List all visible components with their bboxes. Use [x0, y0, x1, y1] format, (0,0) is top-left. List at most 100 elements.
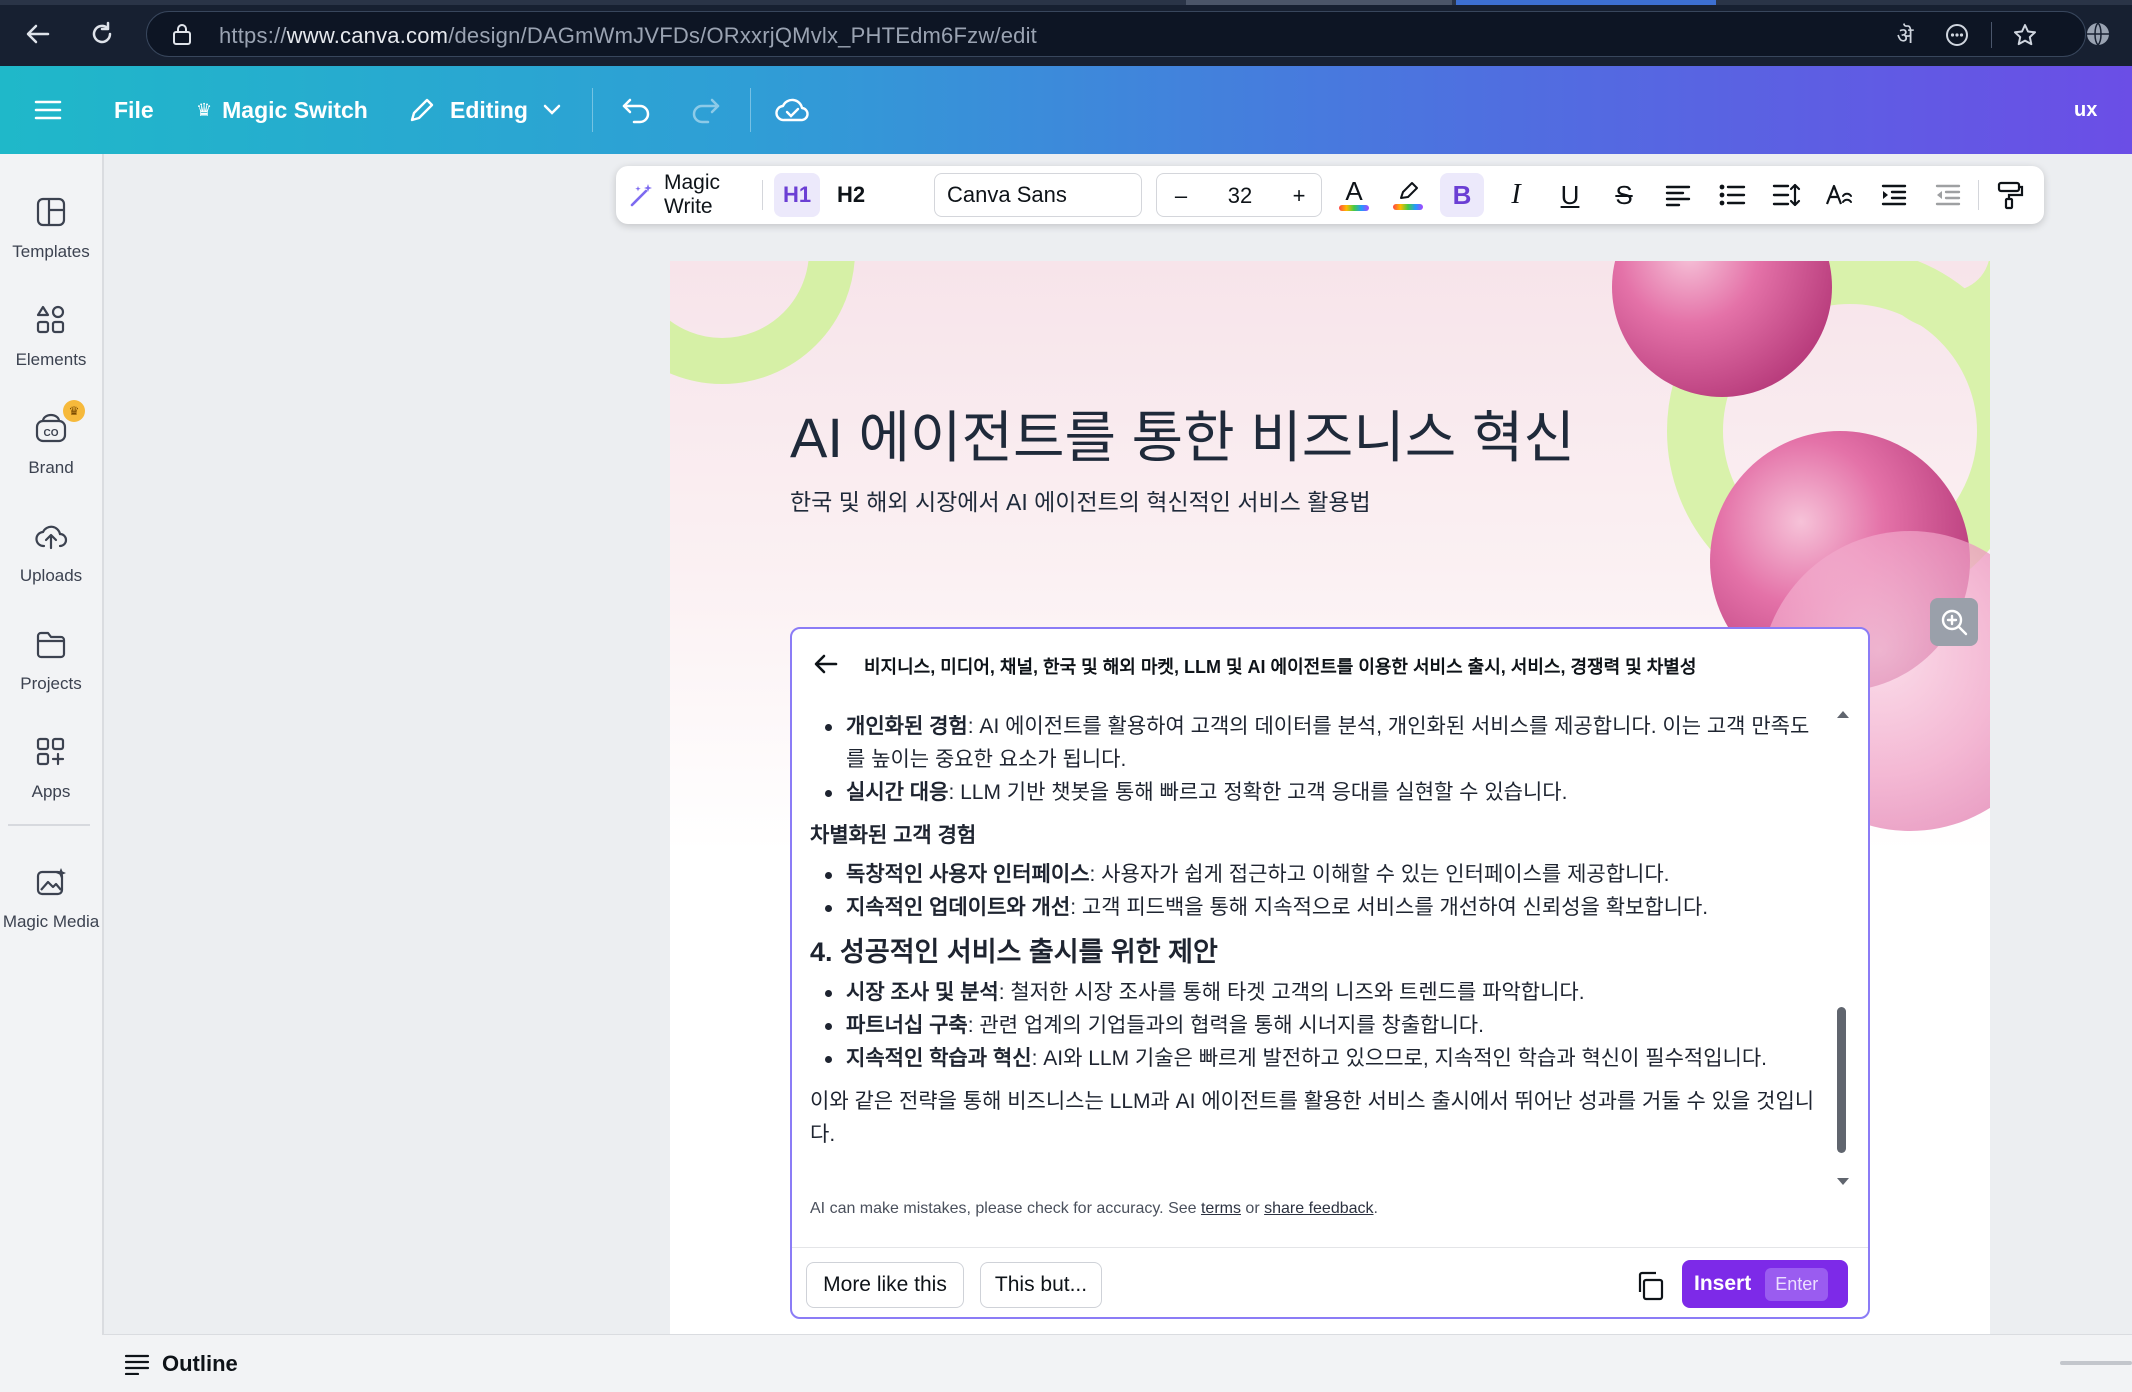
back-arrow-icon[interactable] — [18, 14, 58, 54]
lock-icon[interactable] — [171, 22, 193, 51]
sidebar-item-projects[interactable]: Projects — [0, 612, 102, 712]
clipped-line — [810, 699, 1820, 710]
slide-subtitle[interactable]: 한국 및 해외 시장에서 AI 에이전트의 혁신적인 서비스 활용법 — [790, 483, 1371, 517]
heading-2-button[interactable]: H2 — [828, 173, 874, 217]
outline-button[interactable]: Outline — [124, 1351, 238, 1376]
magic-wand-icon — [628, 181, 656, 209]
magic-write-button[interactable]: Magic Write — [628, 171, 754, 218]
profile-icon[interactable] — [2078, 14, 2118, 54]
cloud-saved-icon[interactable] — [774, 66, 810, 154]
sidebar-item-magic-media[interactable]: Magic Media — [0, 850, 102, 950]
generated-content[interactable]: 개인화된 경험: AI 에이전트를 활용하여 고객의 데이터를 분석, 개인화된… — [810, 699, 1820, 1215]
bold-button[interactable]: B — [1440, 173, 1484, 217]
align-left-icon[interactable] — [1656, 173, 1700, 217]
cloud-upload-icon — [31, 516, 71, 556]
sidebar-item-label: Apps — [31, 782, 71, 801]
redo-icon[interactable] — [690, 66, 722, 154]
rainbow-bar-icon — [1393, 204, 1423, 210]
chevron-down-icon — [542, 103, 562, 117]
list-item: 시장 조사 및 분석: 철저한 시장 조사를 통해 타겟 고객의 니즈와 트렌드… — [810, 976, 1820, 1009]
underline-button[interactable]: U — [1548, 173, 1592, 217]
sidebar-divider — [8, 824, 90, 826]
insert-button[interactable]: Insert Enter — [1682, 1260, 1848, 1308]
conclusion-text: 이와 같은 전략을 통해 비즈니스는 LLM과 AI 에이전트를 활용한 서비스… — [810, 1090, 1815, 1146]
horizontal-scrollbar[interactable] — [2060, 1361, 2132, 1365]
highlight-color-button[interactable] — [1386, 173, 1430, 217]
user-label[interactable]: ux — [2074, 66, 2097, 154]
menu-icon[interactable] — [34, 66, 62, 154]
slide-title[interactable]: AI 에이전트를 통한 비즈니스 혁신 — [790, 393, 1575, 474]
more-icon[interactable] — [1937, 18, 1977, 52]
strikethrough-button[interactable]: S — [1602, 173, 1646, 217]
sidebar-item-uploads[interactable]: Uploads — [0, 504, 102, 604]
sidebar-item-label: Elements — [15, 350, 87, 369]
list-item: 독창적인 사용자 인터페이스: 사용자가 쉽게 접근하고 이해할 수 있는 인터… — [810, 858, 1820, 891]
undo-icon[interactable] — [620, 66, 652, 154]
zoom-in-icon[interactable] — [1930, 598, 1978, 646]
share-feedback-link[interactable]: share feedback — [1264, 1200, 1373, 1217]
crown-icon: ♛ — [196, 99, 213, 120]
editor-footer — [102, 1334, 2132, 1392]
sidebar-item-elements[interactable]: Elements — [0, 288, 102, 388]
sidebar-item-brand[interactable]: CO ♛ Brand — [0, 396, 102, 496]
url-text[interactable]: https://www.canva.com/design/DAGmWmJVFDs… — [219, 23, 1037, 49]
heading-1-button[interactable]: H1 — [774, 173, 820, 217]
sidebar-item-templates[interactable]: Templates — [0, 180, 102, 280]
paint-roller-icon[interactable] — [1988, 173, 2032, 217]
scrollbar-thumb[interactable] — [1837, 1007, 1846, 1153]
reload-icon[interactable] — [82, 14, 122, 54]
copy-icon[interactable] — [1634, 1270, 1666, 1307]
outline-icon — [124, 1353, 150, 1375]
magic-media-icon — [31, 862, 71, 902]
terms-link[interactable]: terms — [1201, 1200, 1241, 1217]
sidebar-item-label: Brand — [28, 458, 74, 477]
sidebar-item-label: Templates — [12, 242, 90, 261]
font-family-select[interactable]: Canva Sans — [934, 173, 1142, 217]
panel-footer: More like this This but... Insert Enter — [792, 1247, 1868, 1317]
bullet-list: 시장 조사 및 분석: 철저한 시장 조사를 통해 타겟 고객의 니즈와 트렌드… — [810, 976, 1820, 1075]
line-spacing-icon[interactable] — [1764, 173, 1808, 217]
font-size-stepper: – 32 + — [1156, 173, 1322, 217]
browser-toolbar: https://www.canva.com/design/DAGmWmJVFDs… — [0, 0, 2132, 66]
text-effects-icon[interactable] — [1818, 173, 1862, 217]
decrease-size-button[interactable]: – — [1161, 174, 1201, 218]
magic-switch-button[interactable]: ♛ Magic Switch — [196, 66, 368, 154]
bullet-list-icon[interactable] — [1710, 173, 1754, 217]
this-but-button[interactable]: This but... — [980, 1262, 1102, 1308]
translate-icon[interactable]: ऄ — [1885, 18, 1925, 52]
header-divider — [592, 88, 593, 132]
increase-size-button[interactable]: + — [1279, 174, 1319, 218]
sidebar-item-apps[interactable]: Apps — [0, 720, 102, 820]
list-item: 지속적인 학습과 혁신: AI와 LLM 기술은 빠르게 발전하고 있으므로, … — [810, 1042, 1820, 1075]
scroll-up-icon[interactable] — [1836, 709, 1850, 719]
sidebar-item-label: Uploads — [19, 566, 83, 585]
section-title: 차별화된 고객 경험 — [810, 824, 977, 847]
outdent-icon[interactable] — [1926, 173, 1970, 217]
tab-strip-edge — [0, 0, 2132, 5]
list-item: 개인화된 경험: AI 에이전트를 활용하여 고객의 데이터를 분석, 개인화된… — [810, 710, 1820, 776]
list-item: 파트너십 구축: 관련 업계의 기업들과의 협력을 통해 시너지를 창출합니다. — [810, 1009, 1820, 1042]
panel-header: 비지니스, 미디어, 채널, 한국 및 해외 마켓, LLM 및 AI 에이전트… — [792, 629, 1868, 699]
italic-button[interactable]: I — [1494, 173, 1538, 217]
sidebar-item-label: Magic Media — [2, 912, 100, 931]
templates-icon — [31, 192, 71, 232]
file-menu[interactable]: File — [114, 66, 154, 154]
star-icon[interactable] — [2005, 18, 2045, 52]
address-bar[interactable]: https://www.canva.com/design/DAGmWmJVFDs… — [146, 11, 2086, 57]
bullet-list: 개인화된 경험: AI 에이전트를 활용하여 고객의 데이터를 분석, 개인화된… — [810, 710, 1820, 809]
list-item: 지속적인 업데이트와 개선: 고객 피드백을 통해 지속적으로 서비스를 개선하… — [810, 891, 1820, 924]
magic-write-panel: 비지니스, 미디어, 채널, 한국 및 해외 마켓, LLM 및 AI 에이전트… — [790, 627, 1870, 1319]
folder-icon — [31, 624, 71, 664]
divider — [1991, 22, 1992, 48]
indent-icon[interactable] — [1872, 173, 1916, 217]
scroll-down-icon[interactable] — [1836, 1177, 1850, 1187]
section-heading: 4. 성공적인 서비스 출시를 위한 제안 — [810, 937, 1218, 967]
more-like-this-button[interactable]: More like this — [806, 1262, 964, 1308]
list-item: 실시간 대응: LLM 기반 챗봇을 통해 빠르고 정확한 고객 응대를 실현할… — [810, 776, 1820, 809]
highlighter-icon — [1400, 182, 1418, 199]
font-size-input[interactable]: 32 — [1205, 174, 1275, 218]
editing-mode-button[interactable]: Editing — [408, 66, 562, 154]
back-arrow-icon[interactable] — [812, 651, 840, 682]
text-formatting-toolbar: Magic Write H1 H2 Canva Sans – 32 + A B … — [616, 166, 2044, 224]
text-color-button[interactable]: A — [1332, 173, 1376, 217]
